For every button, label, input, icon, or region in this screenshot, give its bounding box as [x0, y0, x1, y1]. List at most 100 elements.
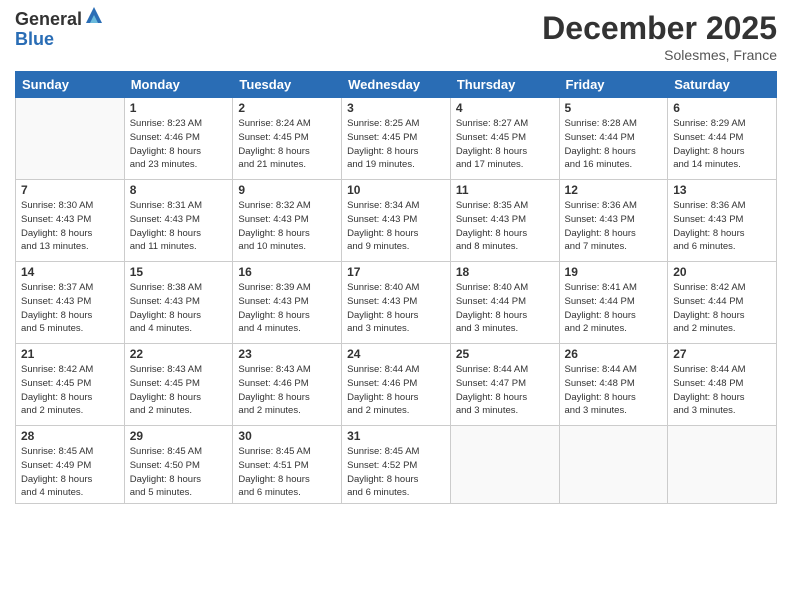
table-row: 29 Sunrise: 8:45 AMSunset: 4:50 PMDayligh… [124, 426, 233, 504]
day-info: Sunrise: 8:42 AMSunset: 4:44 PMDaylight:… [673, 281, 771, 336]
day-number: 13 [673, 183, 771, 197]
table-row: 13Sunrise: 8:36 AMSunset: 4:43 PMDayligh… [668, 180, 777, 262]
table-row: 12 Sunrise: 8:36 AMSunset: 4:43 PMDayligh… [559, 180, 668, 262]
day-info: Sunrise: 8:41 AMSunset: 4:44 PMDaylight:… [565, 281, 663, 336]
table-row: 23 Sunrise: 8:43 AMSunset: 4:46 PMDayligh… [233, 344, 342, 426]
day-info: Sunrise: 8:35 AMSunset: 4:43 PMDaylight:… [456, 199, 554, 254]
day-number: 2 [238, 101, 336, 115]
day-info: Sunrise: 8:43 AMSunset: 4:45 PMDaylight:… [130, 363, 228, 418]
header-monday: Monday [124, 72, 233, 98]
table-row: 4Sunrise: 8:27 AMSunset: 4:45 PMDaylight… [450, 98, 559, 180]
month-title: December 2025 [542, 10, 777, 47]
day-info: Sunrise: 8:28 AMSunset: 4:44 PMDaylight:… [565, 117, 663, 172]
day-number: 31 [347, 429, 445, 443]
day-info: Sunrise: 8:45 AMSunset: 4:51 PMDaylight:… [238, 445, 336, 500]
header-tuesday: Tuesday [233, 72, 342, 98]
day-number: 29 [130, 429, 228, 443]
day-number: 26 [565, 347, 663, 361]
day-info: Sunrise: 8:32 AMSunset: 4:43 PMDaylight:… [238, 199, 336, 254]
table-row: 18 Sunrise: 8:40 AMSunset: 4:44 PMDayligh… [450, 262, 559, 344]
table-row: 21 Sunrise: 8:42 AMSunset: 4:45 PMDayligh… [16, 344, 125, 426]
day-info: Sunrise: 8:25 AMSunset: 4:45 PMDaylight:… [347, 117, 445, 172]
day-number: 18 [456, 265, 554, 279]
calendar-header-row: Sunday Monday Tuesday Wednesday Thursday… [16, 72, 777, 98]
day-info: Sunrise: 8:40 AMSunset: 4:44 PMDaylight:… [456, 281, 554, 336]
day-number: 16 [238, 265, 336, 279]
table-row: 30 Sunrise: 8:45 AMSunset: 4:51 PMDayligh… [233, 426, 342, 504]
table-row: 31 Sunrise: 8:45 AMSunset: 4:52 PMDayligh… [342, 426, 451, 504]
table-row: 9Sunrise: 8:32 AMSunset: 4:43 PMDaylight… [233, 180, 342, 262]
header-thursday: Thursday [450, 72, 559, 98]
day-number: 21 [21, 347, 119, 361]
day-info: Sunrise: 8:43 AMSunset: 4:46 PMDaylight:… [238, 363, 336, 418]
table-row [668, 426, 777, 504]
logo-general-text: General [15, 10, 82, 30]
header-wednesday: Wednesday [342, 72, 451, 98]
day-info: Sunrise: 8:30 AMSunset: 4:43 PMDaylight:… [21, 199, 119, 254]
header: General Blue December 2025 Solesmes, Fra… [15, 10, 777, 63]
day-info: Sunrise: 8:38 AMSunset: 4:43 PMDaylight:… [130, 281, 228, 336]
day-number: 1 [130, 101, 228, 115]
logo-blue-text: Blue [15, 30, 82, 50]
location: Solesmes, France [542, 47, 777, 63]
table-row: 10 Sunrise: 8:34 AMSunset: 4:43 PMDayligh… [342, 180, 451, 262]
header-saturday: Saturday [668, 72, 777, 98]
table-row: 8 Sunrise: 8:31 AMSunset: 4:43 PMDaylight… [124, 180, 233, 262]
day-info: Sunrise: 8:45 AMSunset: 4:50 PMDaylight:… [130, 445, 228, 500]
day-info: Sunrise: 8:45 AMSunset: 4:49 PMDaylight:… [21, 445, 119, 500]
table-row [450, 426, 559, 504]
day-info: Sunrise: 8:45 AMSunset: 4:52 PMDaylight:… [347, 445, 445, 500]
day-info: Sunrise: 8:42 AMSunset: 4:45 PMDaylight:… [21, 363, 119, 418]
day-number: 30 [238, 429, 336, 443]
table-row: 3 Sunrise: 8:25 AMSunset: 4:45 PMDaylight… [342, 98, 451, 180]
table-row: 27Sunrise: 8:44 AMSunset: 4:48 PMDayligh… [668, 344, 777, 426]
table-row: 14Sunrise: 8:37 AMSunset: 4:43 PMDayligh… [16, 262, 125, 344]
table-row: 7 Sunrise: 8:30 AMSunset: 4:43 PMDaylight… [16, 180, 125, 262]
table-row: 19 Sunrise: 8:41 AMSunset: 4:44 PMDayligh… [559, 262, 668, 344]
day-number: 24 [347, 347, 445, 361]
table-row: 25 Sunrise: 8:44 AMSunset: 4:47 PMDayligh… [450, 344, 559, 426]
day-number: 12 [565, 183, 663, 197]
day-info: Sunrise: 8:31 AMSunset: 4:43 PMDaylight:… [130, 199, 228, 254]
day-info: Sunrise: 8:36 AMSunset: 4:43 PMDaylight:… [565, 199, 663, 254]
day-info: Sunrise: 8:40 AMSunset: 4:43 PMDaylight:… [347, 281, 445, 336]
day-number: 20 [673, 265, 771, 279]
day-number: 19 [565, 265, 663, 279]
day-number: 5 [565, 101, 663, 115]
table-row: 2Sunrise: 8:24 AMSunset: 4:45 PMDaylight… [233, 98, 342, 180]
table-row: 17 Sunrise: 8:40 AMSunset: 4:43 PMDayligh… [342, 262, 451, 344]
table-row: 5 Sunrise: 8:28 AMSunset: 4:44 PMDaylight… [559, 98, 668, 180]
day-number: 6 [673, 101, 771, 115]
day-info: Sunrise: 8:44 AMSunset: 4:46 PMDaylight:… [347, 363, 445, 418]
day-number: 4 [456, 101, 554, 115]
day-number: 25 [456, 347, 554, 361]
table-row: 11 Sunrise: 8:35 AMSunset: 4:43 PMDayligh… [450, 180, 559, 262]
day-number: 27 [673, 347, 771, 361]
day-number: 23 [238, 347, 336, 361]
day-number: 17 [347, 265, 445, 279]
day-number: 15 [130, 265, 228, 279]
header-sunday: Sunday [16, 72, 125, 98]
day-info: Sunrise: 8:39 AMSunset: 4:43 PMDaylight:… [238, 281, 336, 336]
table-row: 26 Sunrise: 8:44 AMSunset: 4:48 PMDayligh… [559, 344, 668, 426]
calendar-table: Sunday Monday Tuesday Wednesday Thursday… [15, 71, 777, 504]
day-number: 10 [347, 183, 445, 197]
table-row: 16 Sunrise: 8:39 AMSunset: 4:43 PMDayligh… [233, 262, 342, 344]
day-info: Sunrise: 8:23 AMSunset: 4:46 PMDaylight:… [130, 117, 228, 172]
header-friday: Friday [559, 72, 668, 98]
day-info: Sunrise: 8:44 AMSunset: 4:48 PMDaylight:… [565, 363, 663, 418]
day-number: 11 [456, 183, 554, 197]
table-row [16, 98, 125, 180]
day-number: 7 [21, 183, 119, 197]
day-info: Sunrise: 8:34 AMSunset: 4:43 PMDaylight:… [347, 199, 445, 254]
logo: General Blue [15, 10, 104, 50]
table-row [559, 426, 668, 504]
day-info: Sunrise: 8:37 AMSunset: 4:43 PMDaylight:… [21, 281, 119, 336]
day-info: Sunrise: 8:44 AMSunset: 4:47 PMDaylight:… [456, 363, 554, 418]
table-row: 22Sunrise: 8:43 AMSunset: 4:45 PMDayligh… [124, 344, 233, 426]
table-row: 28Sunrise: 8:45 AMSunset: 4:49 PMDayligh… [16, 426, 125, 504]
day-number: 3 [347, 101, 445, 115]
page: General Blue December 2025 Solesmes, Fra… [0, 0, 792, 612]
table-row: 6Sunrise: 8:29 AMSunset: 4:44 PMDaylight… [668, 98, 777, 180]
day-number: 8 [130, 183, 228, 197]
